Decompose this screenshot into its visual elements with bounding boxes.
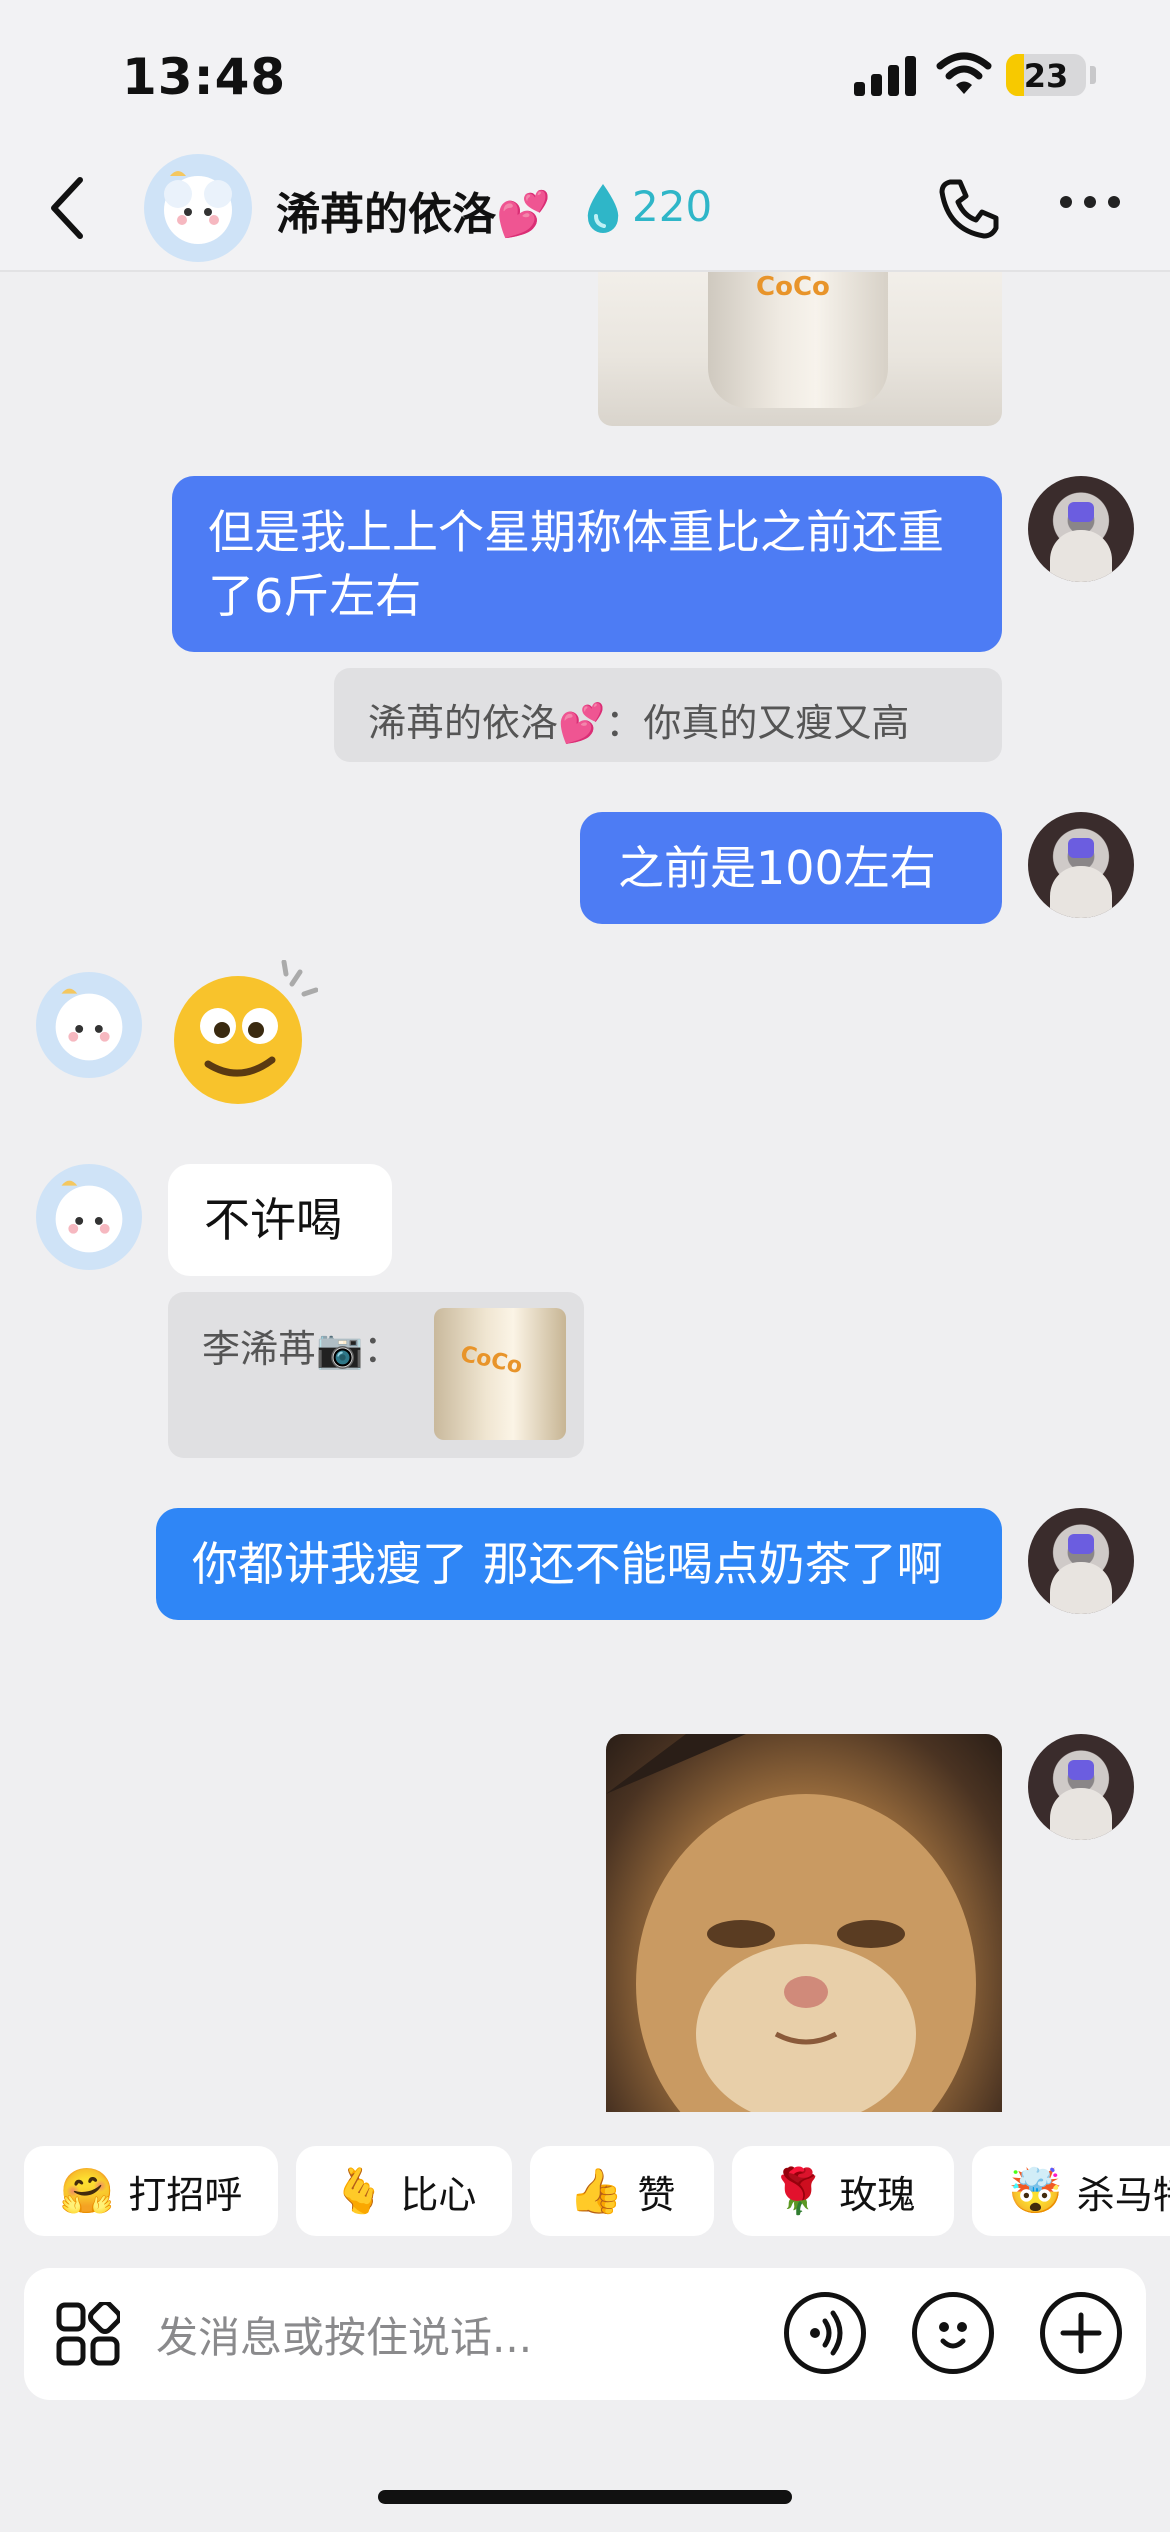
message-list[interactable]: CoCo 但是我上上个星期称体重比之前还重了6斤左右 浠苒的依洛💕：你真的又瘦又… — [0, 272, 1170, 2112]
quoted-message[interactable]: 李浠苒📷： CoCo — [168, 1292, 584, 1458]
chip-label: 赞 — [637, 2172, 676, 2217]
fire-count: 220 — [632, 182, 713, 231]
dizzy-face-emoji[interactable] — [168, 960, 318, 1110]
cat-sticker-image[interactable] — [606, 1734, 1002, 2112]
my-avatar[interactable] — [1028, 812, 1134, 918]
plus-icon — [1060, 2312, 1102, 2354]
contact-name[interactable]: 浠苒的依洛💕 — [276, 178, 551, 242]
quick-reply-smart[interactable]: 🤯 杀马特 — [972, 2146, 1170, 2236]
voice-input-button[interactable] — [784, 2292, 866, 2374]
water-drop-icon — [587, 184, 619, 233]
quote-author: 浠苒的依洛💕： — [368, 701, 644, 745]
quote-text: 你真的又瘦又高 — [643, 701, 910, 745]
contact-avatar[interactable] — [36, 1164, 142, 1270]
my-avatar[interactable] — [1028, 476, 1134, 582]
hug-emoji-icon: 🤗 — [59, 2166, 115, 2217]
message-bubble[interactable]: 但是我上上个星期称体重比之前还重了6斤左右 — [172, 476, 1002, 652]
thumbnail-logo: CoCo — [458, 1341, 525, 1380]
home-indicator — [378, 2490, 792, 2504]
chip-label: 玫瑰 — [839, 2172, 916, 2217]
quick-reply-bar: 🤗打招呼 🫰比心 👍赞 🌹玫瑰 🤯杀马特 — [0, 2146, 1170, 2242]
contact-avatar[interactable] — [144, 154, 252, 262]
quick-reply-heart[interactable]: 🫰 比心 — [296, 2146, 512, 2236]
back-icon[interactable] — [40, 170, 100, 246]
message-input[interactable]: 发消息或按住说话... — [156, 2304, 532, 2365]
add-more-button[interactable] — [1040, 2292, 1122, 2374]
message-bubble[interactable]: 之前是100左右 — [580, 812, 1002, 924]
my-avatar[interactable] — [1028, 1734, 1134, 1840]
battery-icon: 23 — [1006, 54, 1086, 96]
quote-author: 李浠苒📷： — [202, 1327, 402, 1371]
quoted-message[interactable]: 浠苒的依洛💕：你真的又瘦又高 — [334, 668, 1002, 762]
finger-heart-icon: 🫰 — [331, 2166, 387, 2217]
thumbs-up-icon: 👍 — [568, 2166, 624, 2217]
quoted-photo-thumbnail[interactable]: CoCo — [434, 1308, 566, 1440]
chip-label: 杀马特 — [1076, 2172, 1170, 2217]
chat-header: 浠苒的依洛💕 220 — [0, 150, 1170, 272]
contact-avatar[interactable] — [36, 972, 142, 1078]
wifi-icon — [936, 52, 992, 94]
my-avatar[interactable] — [1028, 1508, 1134, 1614]
quick-reply-rose[interactable]: 🌹 玫瑰 — [732, 2146, 954, 2236]
emoji-button[interactable] — [912, 2292, 994, 2374]
apps-grid-icon[interactable] — [56, 2302, 120, 2366]
quick-reply-greet[interactable]: 🤗 打招呼 — [24, 2146, 278, 2236]
smart-face-icon: 🤯 — [1008, 2166, 1063, 2217]
status-bar: 13:48 23 — [0, 0, 1170, 150]
signal-icon — [854, 56, 916, 96]
message-input-bar: 发消息或按住说话... — [24, 2268, 1146, 2400]
message-bubble[interactable]: 不许喝 — [168, 1164, 392, 1276]
quick-reply-like[interactable]: 👍 赞 — [530, 2146, 714, 2236]
chip-label: 打招呼 — [128, 2172, 243, 2217]
rose-icon: 🌹 — [770, 2166, 826, 2217]
battery-level: 23 — [1023, 57, 1069, 95]
phone-call-icon[interactable] — [936, 176, 1002, 242]
drink-photo[interactable]: CoCo — [598, 272, 1002, 426]
voice-wave-icon — [810, 2310, 843, 2356]
battery-cap — [1090, 66, 1096, 84]
smiley-icon — [939, 2322, 967, 2349]
message-bubble[interactable]: 你都讲我瘦了 那还不能喝点奶茶了啊 — [156, 1508, 1002, 1620]
more-options-icon[interactable] — [1060, 196, 1124, 212]
chip-label: 比心 — [400, 2172, 477, 2217]
cup-logo: CoCo — [756, 272, 830, 302]
status-time: 13:48 — [122, 48, 287, 106]
